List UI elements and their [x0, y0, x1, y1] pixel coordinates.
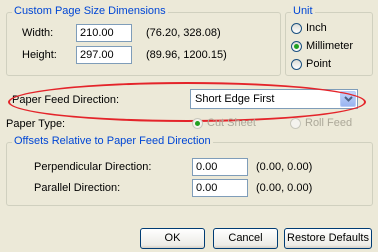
restore-defaults-button[interactable]: Restore Defaults — [284, 228, 372, 249]
parallel-input[interactable]: 0.00 — [192, 179, 248, 197]
height-range: (89.96, 1200.15) — [146, 49, 227, 61]
offsets-group — [6, 142, 373, 206]
unit-legend: Unit — [291, 5, 315, 17]
radio-circle-icon — [291, 58, 302, 70]
height-input[interactable]: 297.00 — [76, 46, 132, 64]
cut-sheet-label: Cut Sheet — [207, 117, 256, 129]
unit-millimeter-label: Millimeter — [306, 40, 354, 52]
chevron-down-icon[interactable] — [340, 91, 356, 107]
cancel-button[interactable]: Cancel — [213, 228, 278, 249]
radio-selected-icon — [192, 117, 203, 129]
unit-point-label: Point — [306, 58, 332, 70]
unit-inch-radio[interactable]: Inch — [291, 22, 327, 34]
ok-button[interactable]: OK — [140, 228, 205, 249]
unit-point-radio[interactable]: Point — [291, 58, 331, 70]
width-input[interactable]: 210.00 — [76, 24, 132, 42]
offsets-legend: Offsets Relative to Paper Feed Direction — [12, 135, 213, 147]
radio-circle-icon — [291, 22, 302, 34]
feed-direction-value: Short Edge First — [195, 93, 275, 105]
roll-feed-radio[interactable]: Roll Feed — [290, 117, 352, 129]
width-label: Width: — [22, 27, 54, 39]
feed-direction-label: Paper Feed Direction: — [12, 94, 119, 106]
unit-inch-label: Inch — [306, 22, 327, 34]
radio-circle-icon — [290, 117, 301, 129]
feed-direction-select[interactable]: Short Edge First — [190, 89, 358, 109]
roll-feed-label: Roll Feed — [305, 117, 353, 129]
paper-type-label: Paper Type: — [6, 118, 66, 130]
perpendicular-range: (0.00, 0.00) — [256, 161, 313, 173]
height-label: Height: — [22, 49, 57, 61]
perpendicular-label: Perpendicular Direction: — [34, 161, 152, 173]
custom-size-legend: Custom Page Size Dimensions — [12, 5, 168, 17]
parallel-range: (0.00, 0.00) — [256, 182, 313, 194]
cut-sheet-radio[interactable]: Cut Sheet — [192, 117, 256, 129]
radio-selected-icon — [291, 40, 302, 52]
perpendicular-input[interactable]: 0.00 — [192, 158, 248, 176]
parallel-label: Parallel Direction: — [34, 182, 121, 194]
unit-millimeter-radio[interactable]: Millimeter — [291, 40, 353, 52]
custom-size-group — [6, 12, 281, 76]
width-range: (76.20, 328.08) — [146, 27, 221, 39]
